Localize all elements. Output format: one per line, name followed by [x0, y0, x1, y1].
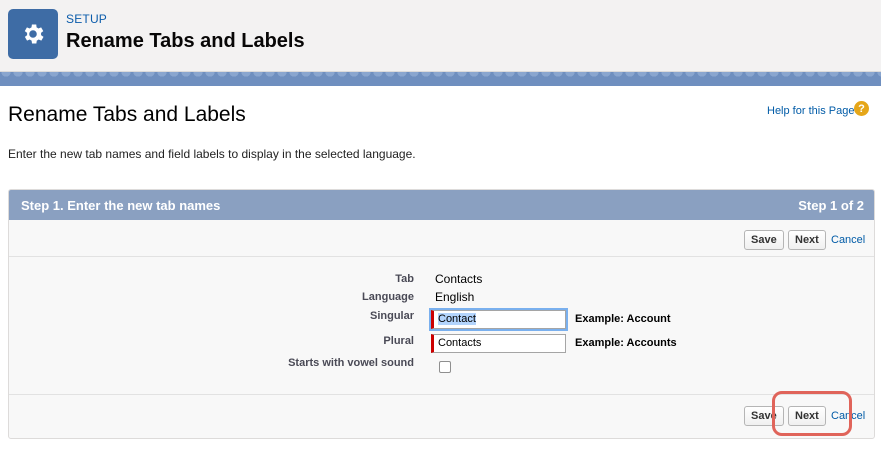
- step-title: Step 1. Enter the new tab names: [21, 197, 221, 213]
- help-icon[interactable]: ?: [854, 101, 869, 116]
- vowel-sound-checkbox[interactable]: [439, 361, 451, 373]
- next-button-highlight: [772, 391, 852, 436]
- plural-input[interactable]: Contacts: [431, 334, 566, 353]
- plural-label: Plural: [383, 335, 414, 347]
- step-count: Step 1 of 2: [798, 197, 864, 213]
- language-value: English: [435, 290, 475, 304]
- bottom-button-row: Save Next Cancel: [9, 394, 874, 430]
- singular-input-value: Contact: [438, 313, 476, 325]
- singular-example: Example: Account: [575, 313, 671, 325]
- tab-value: Contacts: [435, 272, 483, 286]
- decorative-band: [0, 72, 881, 86]
- tab-label: Tab: [395, 273, 414, 285]
- gear-icon-svg: [24, 24, 44, 44]
- step-panel: Step 1. Enter the new tab names Step 1 o…: [8, 189, 875, 439]
- next-button-top[interactable]: Next: [788, 230, 826, 250]
- language-label: Language: [362, 291, 414, 303]
- setup-header: SETUP Rename Tabs and Labels: [0, 0, 881, 72]
- singular-input[interactable]: Contact: [429, 308, 568, 331]
- header-title: Rename Tabs and Labels: [66, 30, 305, 52]
- intro-text: Enter the new tab names and field labels…: [8, 147, 416, 161]
- save-button-top[interactable]: Save: [744, 230, 784, 250]
- singular-label: Singular: [369, 310, 414, 322]
- help-link[interactable]: Help for this Page: [767, 105, 854, 117]
- gear-icon: [8, 9, 58, 59]
- panel-header: Step 1. Enter the new tab names Step 1 o…: [9, 190, 874, 220]
- plural-example: Example: Accounts: [575, 337, 677, 349]
- page-title: Rename Tabs and Labels: [8, 103, 246, 126]
- rename-form: Tab Contacts Language English Singular C…: [9, 258, 874, 394]
- top-button-row: Save Next Cancel: [9, 221, 874, 257]
- plural-input-value: Contacts: [438, 337, 482, 349]
- setup-eyebrow[interactable]: SETUP: [66, 12, 107, 26]
- vowel-sound-label: Starts with vowel sound: [288, 357, 414, 369]
- cancel-link-top[interactable]: Cancel: [831, 234, 865, 246]
